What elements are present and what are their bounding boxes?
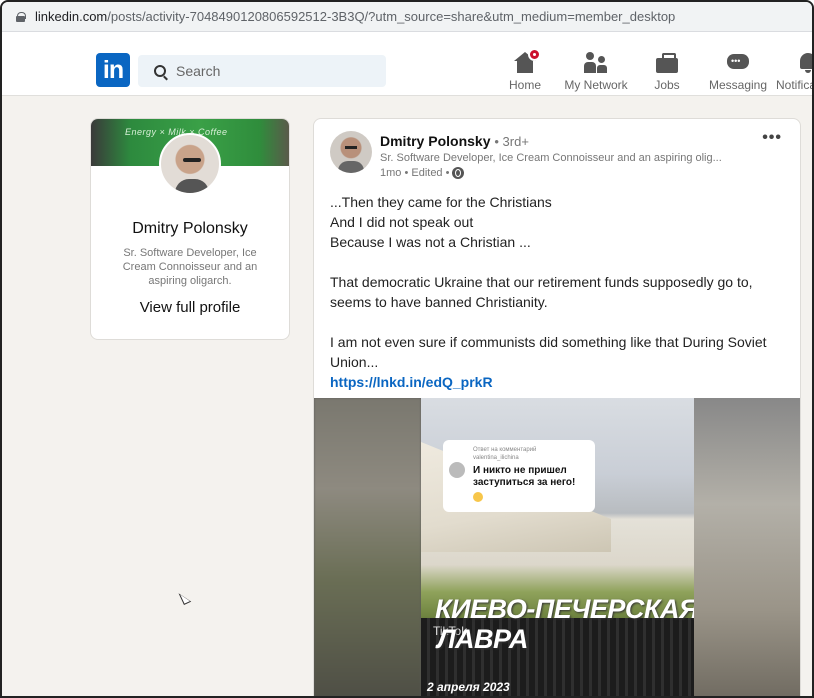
post-line: ...Then they came for the Christians	[330, 194, 552, 210]
video-date: 2 апреля 2023	[427, 680, 510, 694]
search-placeholder: Search	[176, 63, 221, 79]
more-options-icon[interactable]: •••	[762, 129, 782, 147]
video-title-line2: ЛАВРА	[437, 624, 528, 654]
url-domain: linkedin.com	[35, 9, 108, 24]
top-navigation: in Search Home My Network Jobs Messaging…	[2, 32, 814, 96]
post-video[interactable]: Ответ на комментарий valentina_ilichina …	[314, 398, 800, 696]
profile-avatar[interactable]	[159, 133, 221, 195]
post-paragraph: That democratic Ukraine that our retirem…	[330, 274, 753, 310]
video-blur-left	[314, 398, 421, 696]
post-meta: 1mo • Edited •	[380, 167, 465, 179]
nav-notifications[interactable]: Notifica	[776, 52, 814, 92]
nav-messaging-label: Messaging	[708, 78, 768, 92]
author-headline: Sr. Software Developer, Ice Cream Connoi…	[380, 152, 722, 164]
profile-title: Sr. Software Developer, Ice Cream Connoi…	[122, 247, 258, 287]
comment-username: valentina_ilichina	[473, 455, 519, 461]
nav-home[interactable]: Home	[505, 48, 545, 92]
author-name[interactable]: Dmitry Polonsky	[380, 133, 490, 149]
browser-window: linkedin.com/posts/activity-704849012080…	[0, 0, 814, 698]
profile-name[interactable]: Dmitry Polonsky	[91, 220, 289, 238]
post-line: Because I was not a Christian ...	[330, 234, 531, 250]
search-input[interactable]: Search	[138, 55, 386, 87]
post-link[interactable]: https://lnkd.in/edQ_prkR	[330, 372, 790, 392]
post-body: ...Then they came for the Christians And…	[330, 192, 790, 392]
post-card: Dmitry Polonsky • 3rd+ Sr. Software Deve…	[313, 118, 801, 696]
commenter-avatar	[449, 462, 465, 478]
network-icon	[584, 52, 608, 74]
comment-reply-label: Ответ на комментарий	[473, 447, 537, 453]
emoji-icon	[473, 492, 483, 502]
nav-home-label: Home	[508, 78, 541, 92]
linkedin-logo[interactable]: in	[96, 53, 130, 87]
nav-jobs[interactable]: Jobs	[650, 52, 684, 92]
nav-my-network-label: My Network	[564, 78, 628, 92]
video-frame[interactable]: Ответ на комментарий valentina_ilichina …	[421, 398, 694, 696]
nav-notifications-label: Notifica	[776, 78, 814, 92]
view-full-profile-link[interactable]: View full profile	[91, 299, 289, 316]
nav-messaging[interactable]: Messaging	[706, 52, 770, 92]
home-icon	[514, 48, 541, 74]
author-avatar[interactable]	[330, 131, 372, 173]
author-name-row[interactable]: Dmitry Polonsky • 3rd+	[380, 133, 529, 149]
search-icon	[154, 65, 166, 77]
address-bar[interactable]: linkedin.com/posts/activity-704849012080…	[2, 2, 812, 32]
profile-card: Energy × Milk × Coffee Dmitry Polonsky S…	[90, 118, 290, 340]
nav-my-network[interactable]: My Network	[560, 52, 632, 92]
nav-jobs-label: Jobs	[654, 78, 680, 92]
url-path: /posts/activity-7048490120806592512-3B3Q…	[107, 9, 676, 24]
globe-icon	[452, 167, 465, 179]
mouse-cursor-icon	[178, 589, 192, 605]
messaging-icon	[727, 52, 749, 74]
video-title-line1: КИЕВО-ПЕЧЕРСКАЯ	[435, 594, 694, 624]
lock-icon	[16, 11, 26, 22]
post-time: 1mo • Edited •	[380, 167, 450, 179]
comment-text: И никто не пришел заступиться за него!	[473, 465, 576, 488]
tiktok-comment-bubble: Ответ на комментарий valentina_ilichina …	[443, 440, 595, 512]
notifications-icon	[798, 52, 812, 74]
post-paragraph: I am not even sure if communists did som…	[330, 334, 767, 370]
notification-badge	[528, 48, 541, 61]
jobs-icon	[656, 52, 678, 74]
video-blur-right	[694, 398, 800, 696]
post-line: And I did not speak out	[330, 214, 474, 230]
connection-degree: • 3rd+	[494, 134, 529, 149]
